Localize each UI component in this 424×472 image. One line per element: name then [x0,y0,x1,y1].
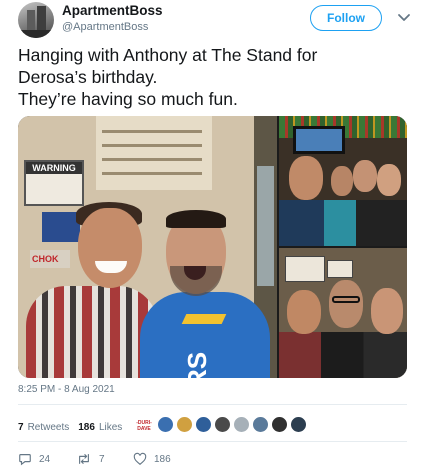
reply-icon [19,454,31,466]
account-avatar[interactable] [18,2,54,38]
warning-sign-text: WARNING [26,162,82,174]
blue-sign [42,212,80,242]
tweet-timestamp[interactable]: 8:25 PM - 8 Aug 2021 [18,384,115,395]
tv-screen [293,126,345,154]
follow-button[interactable]: Follow [310,5,382,31]
like-count: 186 [154,453,171,465]
retweet-icon [79,454,89,464]
liker-avatar[interactable] [271,416,288,433]
hoodie-text: RS [182,351,212,378]
liker-avatar[interactable] [157,416,174,433]
person-face [78,208,142,288]
likers-list: -DURI- DAVE [133,416,309,434]
sign [327,260,353,278]
tweet-text-line: Hanging with Anthony at The Stand for [18,45,318,65]
warning-sign: WARNING [24,160,84,206]
reply-button[interactable]: 24 [18,452,76,466]
divider [18,404,407,405]
reply-count: 24 [39,453,51,465]
likes-count[interactable]: 186 [78,422,95,433]
retweet-button[interactable]: 7 [76,452,133,466]
tweet-text-line: Derosa’s birthday. [18,67,158,87]
plaid-shirt [26,286,158,378]
tweet-text: Hanging with Anthony at The Stand for De… [18,44,410,110]
liker-avatar[interactable] [290,416,307,433]
tweet-actions: 24 7 186 [18,450,171,468]
photo-top-right[interactable] [279,116,407,246]
liker-avatar[interactable] [252,416,269,433]
blue-hoodie: RS [140,292,270,378]
red-sign: CHOK [30,250,70,268]
divider [18,441,407,442]
retweet-count: 7 [99,453,105,465]
photo-bottom-right[interactable] [279,248,407,378]
account-name[interactable]: ApartmentBoss [62,3,163,18]
tweet-stats: 7 Retweets 186 Likes [18,419,131,435]
chevron-down-icon[interactable] [396,9,412,25]
tweet-header: ApartmentBoss @ApartmentBoss Follow [16,0,410,42]
tweet-text-line: They’re having so much fun. [18,89,238,109]
retweets-count[interactable]: 7 [18,422,24,433]
sign [285,256,325,282]
heart-icon [133,452,147,465]
tweet-media: WARNING CHOK RS [18,116,407,378]
retweets-label[interactable]: Retweets [28,422,70,433]
account-handle[interactable]: @ApartmentBoss [62,21,148,33]
glasses [332,296,360,303]
liker-avatar[interactable] [214,416,231,433]
liker-avatar[interactable] [233,416,250,433]
liker-avatar[interactable]: -DURI- DAVE [133,416,155,433]
likes-label[interactable]: Likes [99,422,122,433]
liker-avatar[interactable] [195,416,212,433]
like-button[interactable]: 186 [133,452,171,466]
photo-main[interactable]: WARNING CHOK RS [18,116,277,378]
liker-avatar[interactable] [176,416,193,433]
